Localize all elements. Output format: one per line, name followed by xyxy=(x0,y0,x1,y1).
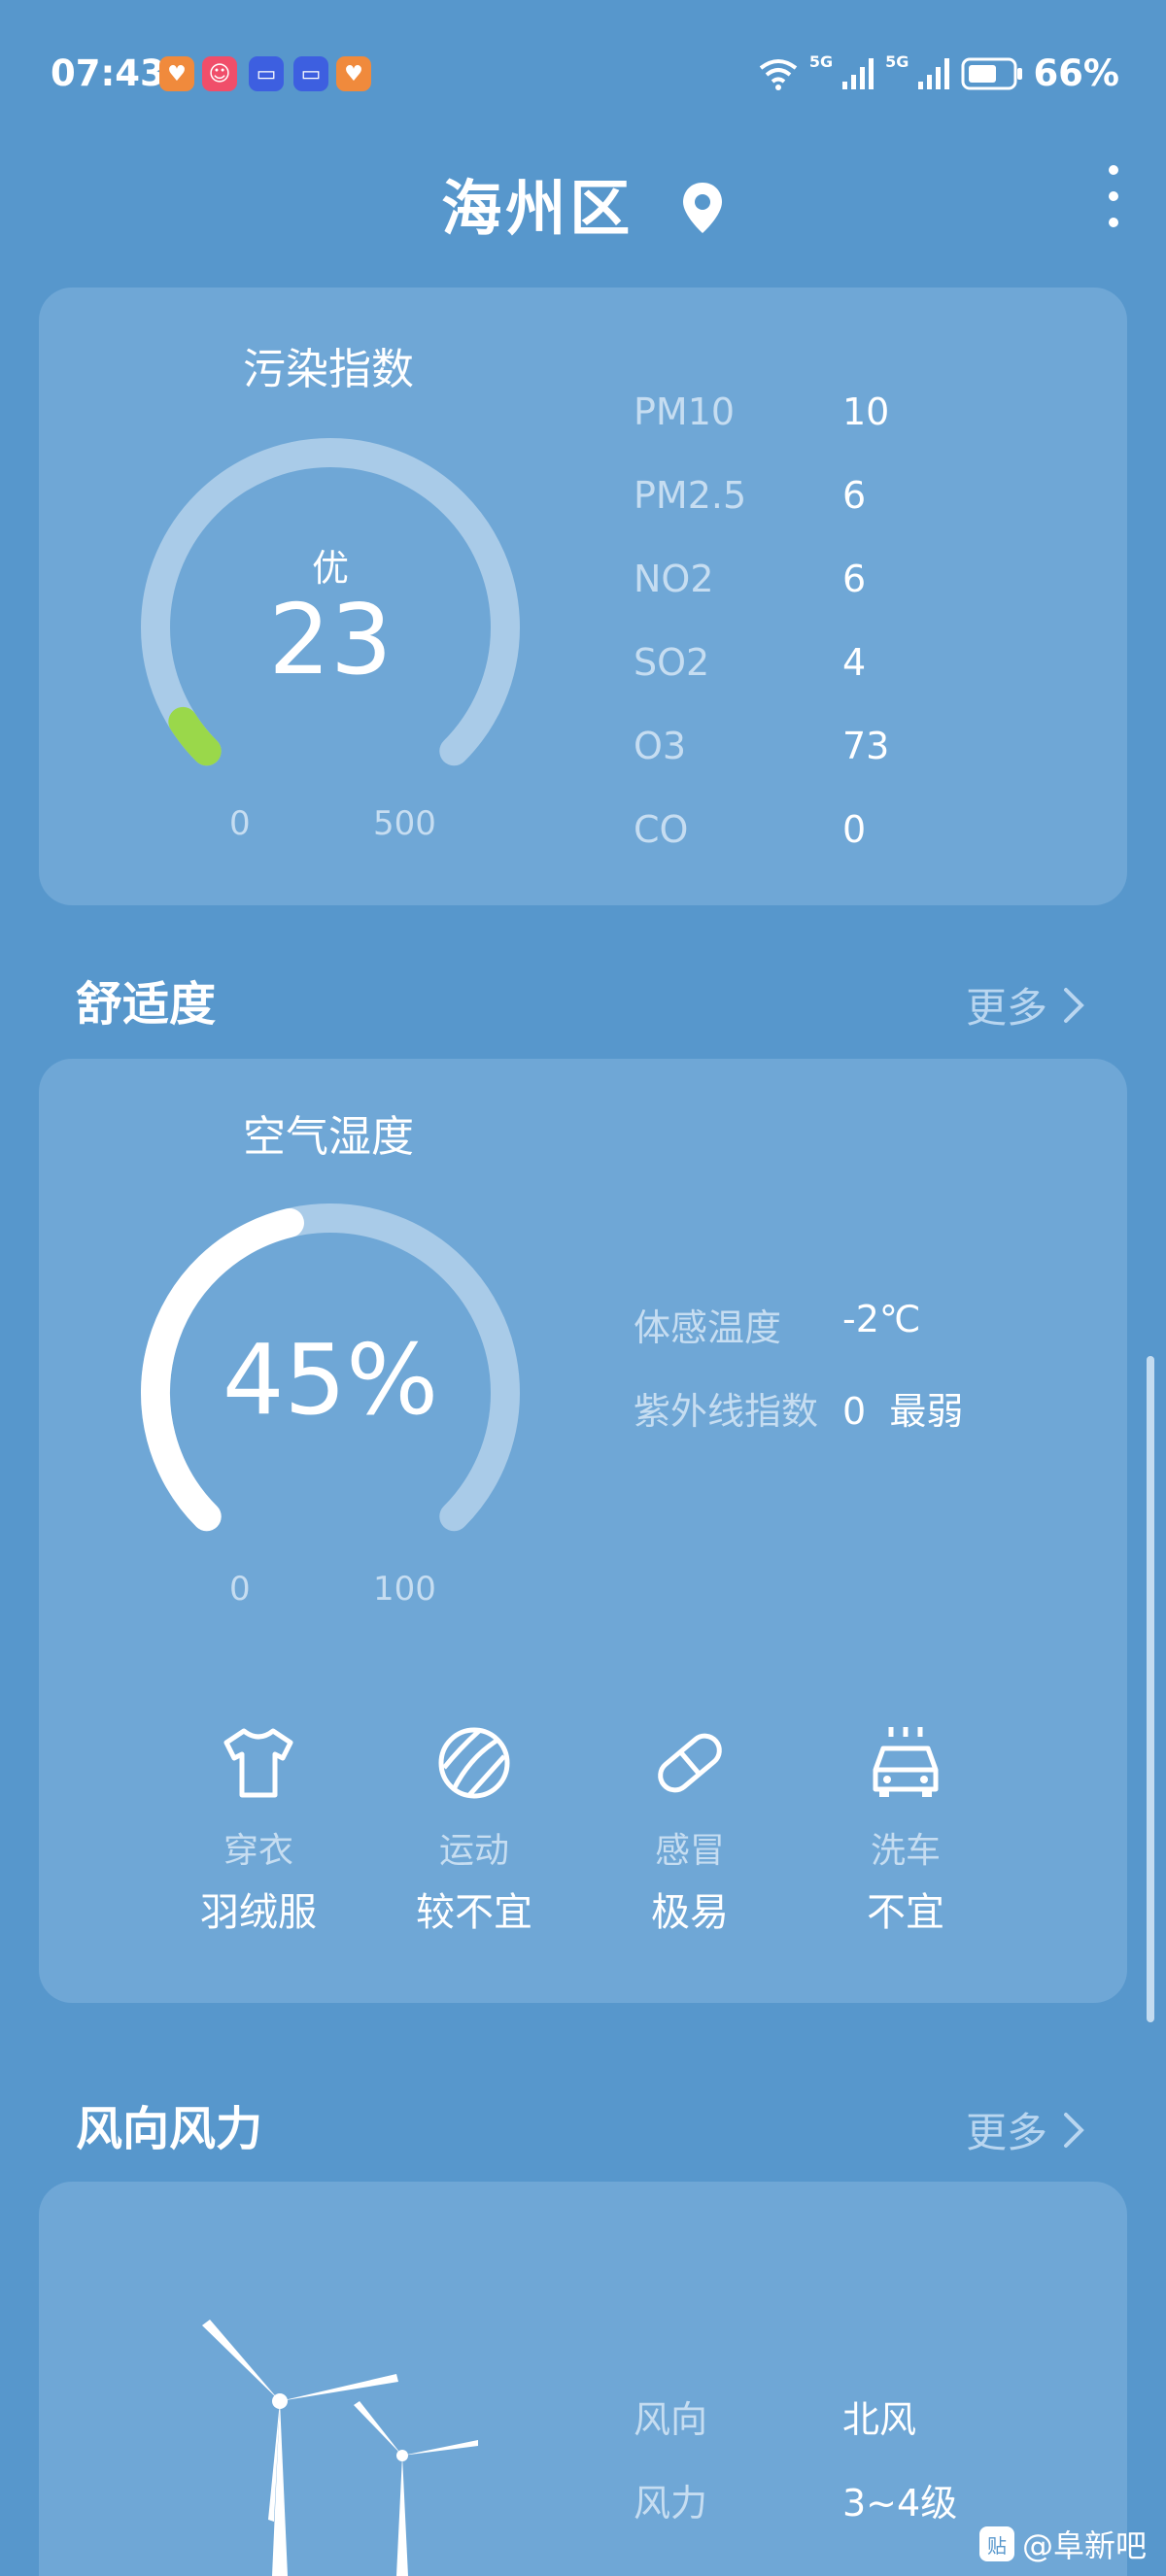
pollutant-row: SO2 4 xyxy=(634,641,889,725)
more-label: 更多 xyxy=(965,984,1047,1032)
wind-force-value: 3~4级 xyxy=(842,2482,958,2525)
life-index-label: 运动 xyxy=(438,1831,509,1871)
feels-like-label: 体感温度 xyxy=(634,1306,782,1349)
signal-icon xyxy=(842,57,874,89)
feels-like-value: -2℃ xyxy=(842,1298,921,1340)
pollutant-label: CO xyxy=(634,808,689,851)
wind-force-label: 风力 xyxy=(634,2482,708,2525)
comfort-details: 体感温度 -2℃ 紫外线指数 0 最弱 xyxy=(634,1298,963,1465)
life-index-cold[interactable]: 感冒 极易 xyxy=(593,1719,787,1937)
pollutant-value: 73 xyxy=(842,725,890,767)
pollutant-value: 4 xyxy=(842,641,867,684)
pollution-min: 0 xyxy=(229,804,251,843)
bilibili-app-icon: ▭ xyxy=(293,56,328,91)
detail-row: 风力 3~4级 xyxy=(634,2473,957,2557)
life-index-label: 穿衣 xyxy=(223,1831,293,1871)
pollutant-value: 6 xyxy=(842,474,867,517)
pollutant-value: 6 xyxy=(842,558,867,600)
wind-more-link[interactable]: 更多 xyxy=(966,2100,1084,2159)
pollutant-row: NO2 6 xyxy=(634,558,889,641)
pollutant-row: O3 73 xyxy=(634,725,889,808)
city-header[interactable]: 海州区 xyxy=(0,159,1166,247)
pollutant-label: O3 xyxy=(634,725,687,767)
life-index-value: 羽绒服 xyxy=(200,1890,317,1935)
car-wash-icon xyxy=(873,1727,939,1797)
chevron-right-icon xyxy=(1064,2112,1084,2148)
uv-index-label: 紫外线指数 xyxy=(634,1390,819,1433)
pollution-list: PM10 10 PM2.5 6 NO2 6 SO2 4 O3 73 CO 0 xyxy=(634,390,889,892)
meituan-app-icon: ☺ xyxy=(202,56,237,91)
battery-icon xyxy=(961,57,1023,89)
detail-row: 紫外线指数 0 最弱 xyxy=(634,1381,963,1465)
more-label: 更多 xyxy=(965,2109,1047,2156)
life-index-carwash[interactable]: 洗车 不宜 xyxy=(808,1719,1003,1937)
pollutant-value: 10 xyxy=(842,390,890,433)
status-indicators: 5G 5G 66% xyxy=(757,52,1119,94)
humidity-max: 100 xyxy=(373,1570,436,1609)
bilibili-app-icon: ▭ xyxy=(249,56,284,91)
wifi-icon xyxy=(759,58,798,90)
heart-app-icon: ♥ xyxy=(159,56,194,91)
chevron-right-icon xyxy=(1064,987,1084,1023)
pollutant-row: PM10 10 xyxy=(634,390,889,474)
status-time: 07:43 xyxy=(51,52,165,94)
tieba-badge-icon: 贴 xyxy=(978,2526,1014,2561)
pollution-max: 500 xyxy=(373,804,436,843)
wind-section-title: 风向风力 xyxy=(76,2102,263,2156)
city-name: 海州区 xyxy=(441,173,634,244)
network-type-1: 5G xyxy=(808,52,834,71)
pollutant-value: 0 xyxy=(842,808,867,851)
detail-row: 体感温度 -2℃ xyxy=(634,1298,963,1381)
humidity-value: 45% xyxy=(222,1323,439,1437)
detail-row: 风向 北风 xyxy=(634,2390,957,2473)
more-vertical-icon[interactable] xyxy=(1102,165,1125,237)
life-index-value: 较不宜 xyxy=(416,1890,532,1935)
uv-index-value: 0 最弱 xyxy=(842,1390,964,1433)
scrollbar[interactable] xyxy=(1147,1356,1154,2022)
network-type-2: 5G xyxy=(885,52,909,71)
pollutant-label: PM10 xyxy=(634,390,736,433)
location-pin-icon xyxy=(682,183,722,233)
watermark-text: @阜新吧 xyxy=(1021,2527,1147,2564)
pollutant-label: SO2 xyxy=(634,641,710,684)
watermark: 贴 @阜新吧 xyxy=(978,2522,1147,2566)
life-index-label: 洗车 xyxy=(870,1831,941,1871)
wind-direction-label: 风向 xyxy=(634,2398,708,2441)
comfort-more-link[interactable]: 更多 xyxy=(966,975,1084,1034)
pollutant-label: NO2 xyxy=(634,558,714,600)
wind-direction-value: 北风 xyxy=(842,2398,917,2441)
tshirt-icon xyxy=(223,1728,293,1798)
pill-icon xyxy=(658,1733,722,1793)
comfort-section-title: 舒适度 xyxy=(76,977,217,1032)
pollution-title: 污染指数 xyxy=(243,345,414,394)
wind-turbine-icon xyxy=(202,2320,478,2576)
signal-icon xyxy=(918,57,950,89)
pollution-gauge-fill xyxy=(168,706,222,766)
pollutant-row: CO 0 xyxy=(634,808,889,892)
pollutant-row: PM2.5 6 xyxy=(634,474,889,558)
pollutant-label: PM2.5 xyxy=(634,474,747,517)
pollution-value: 23 xyxy=(268,583,393,696)
humidity-min: 0 xyxy=(229,1570,251,1609)
life-index-value: 不宜 xyxy=(867,1890,944,1935)
life-index-value: 极易 xyxy=(651,1890,729,1935)
heart-app-icon: ♥ xyxy=(336,56,371,91)
humidity-title: 空气湿度 xyxy=(243,1112,414,1162)
life-index-sport[interactable]: 运动 较不宜 xyxy=(377,1719,571,1937)
battery-percent: 66% xyxy=(1033,52,1119,94)
life-index-clothing[interactable]: 穿衣 羽绒服 xyxy=(161,1719,356,1937)
wind-details: 风向 北风 风力 3~4级 xyxy=(634,2390,957,2557)
life-index-label: 感冒 xyxy=(654,1831,725,1871)
ball-icon xyxy=(438,1727,510,1799)
